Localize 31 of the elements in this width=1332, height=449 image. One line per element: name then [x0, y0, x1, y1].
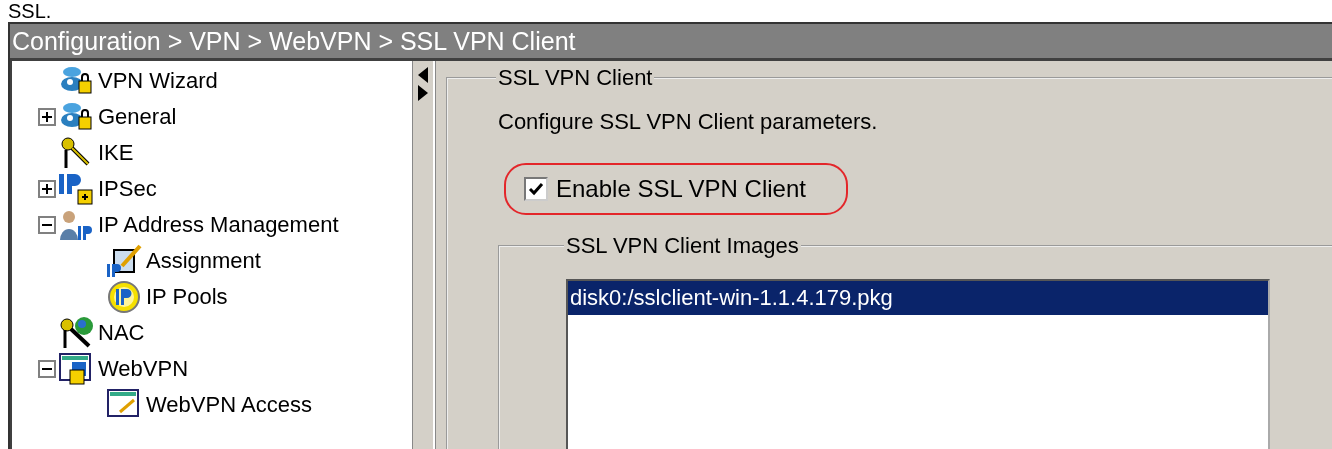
person-ip-icon: [58, 208, 94, 242]
expand-icon[interactable]: [38, 180, 56, 198]
ip-edit-icon: [106, 244, 142, 278]
tree-item[interactable]: WebVPN: [98, 356, 189, 382]
caption-text: SSL.: [7, 0, 53, 22]
collapse-left-icon[interactable]: [418, 67, 428, 83]
check-icon: [528, 181, 544, 197]
collapse-icon[interactable]: [38, 216, 56, 234]
web-page-lock-icon: [58, 352, 94, 386]
tree-item[interactable]: IP Pools: [146, 284, 228, 310]
checkbox[interactable]: [524, 177, 548, 201]
tree-item[interactable]: IKE: [98, 140, 134, 166]
list-item[interactable]: disk0:/sslclient-win-1.1.4.179.pkg: [568, 281, 1268, 315]
description-text: Configure SSL VPN Client parameters.: [498, 109, 879, 135]
tree-item[interactable]: VPN Wizard: [98, 68, 218, 94]
tree-item[interactable]: NAC: [98, 320, 145, 346]
expand-right-icon[interactable]: [418, 85, 428, 101]
tree-item[interactable]: IP Address Management: [98, 212, 339, 238]
breadcrumb-title: Configuration > VPN > WebVPN > SSL VPN Client: [10, 24, 1332, 58]
tree-item[interactable]: General: [98, 104, 177, 130]
expand-icon[interactable]: [38, 108, 56, 126]
tree-item[interactable]: IPSec: [98, 176, 157, 202]
checkbox-label[interactable]: Enable SSL VPN Client: [556, 175, 806, 203]
tree-item[interactable]: Assignment: [146, 248, 261, 274]
group-title: SSL VPN Client Images: [565, 233, 800, 259]
ip-lock-icon: [58, 172, 94, 206]
keys-globe-icon: [58, 316, 94, 350]
group-title: SSL VPN Client: [497, 65, 654, 91]
collapse-icon[interactable]: [38, 360, 56, 378]
ip-coin-icon: [106, 280, 142, 314]
tree-item[interactable]: WebVPN Access: [146, 392, 312, 418]
